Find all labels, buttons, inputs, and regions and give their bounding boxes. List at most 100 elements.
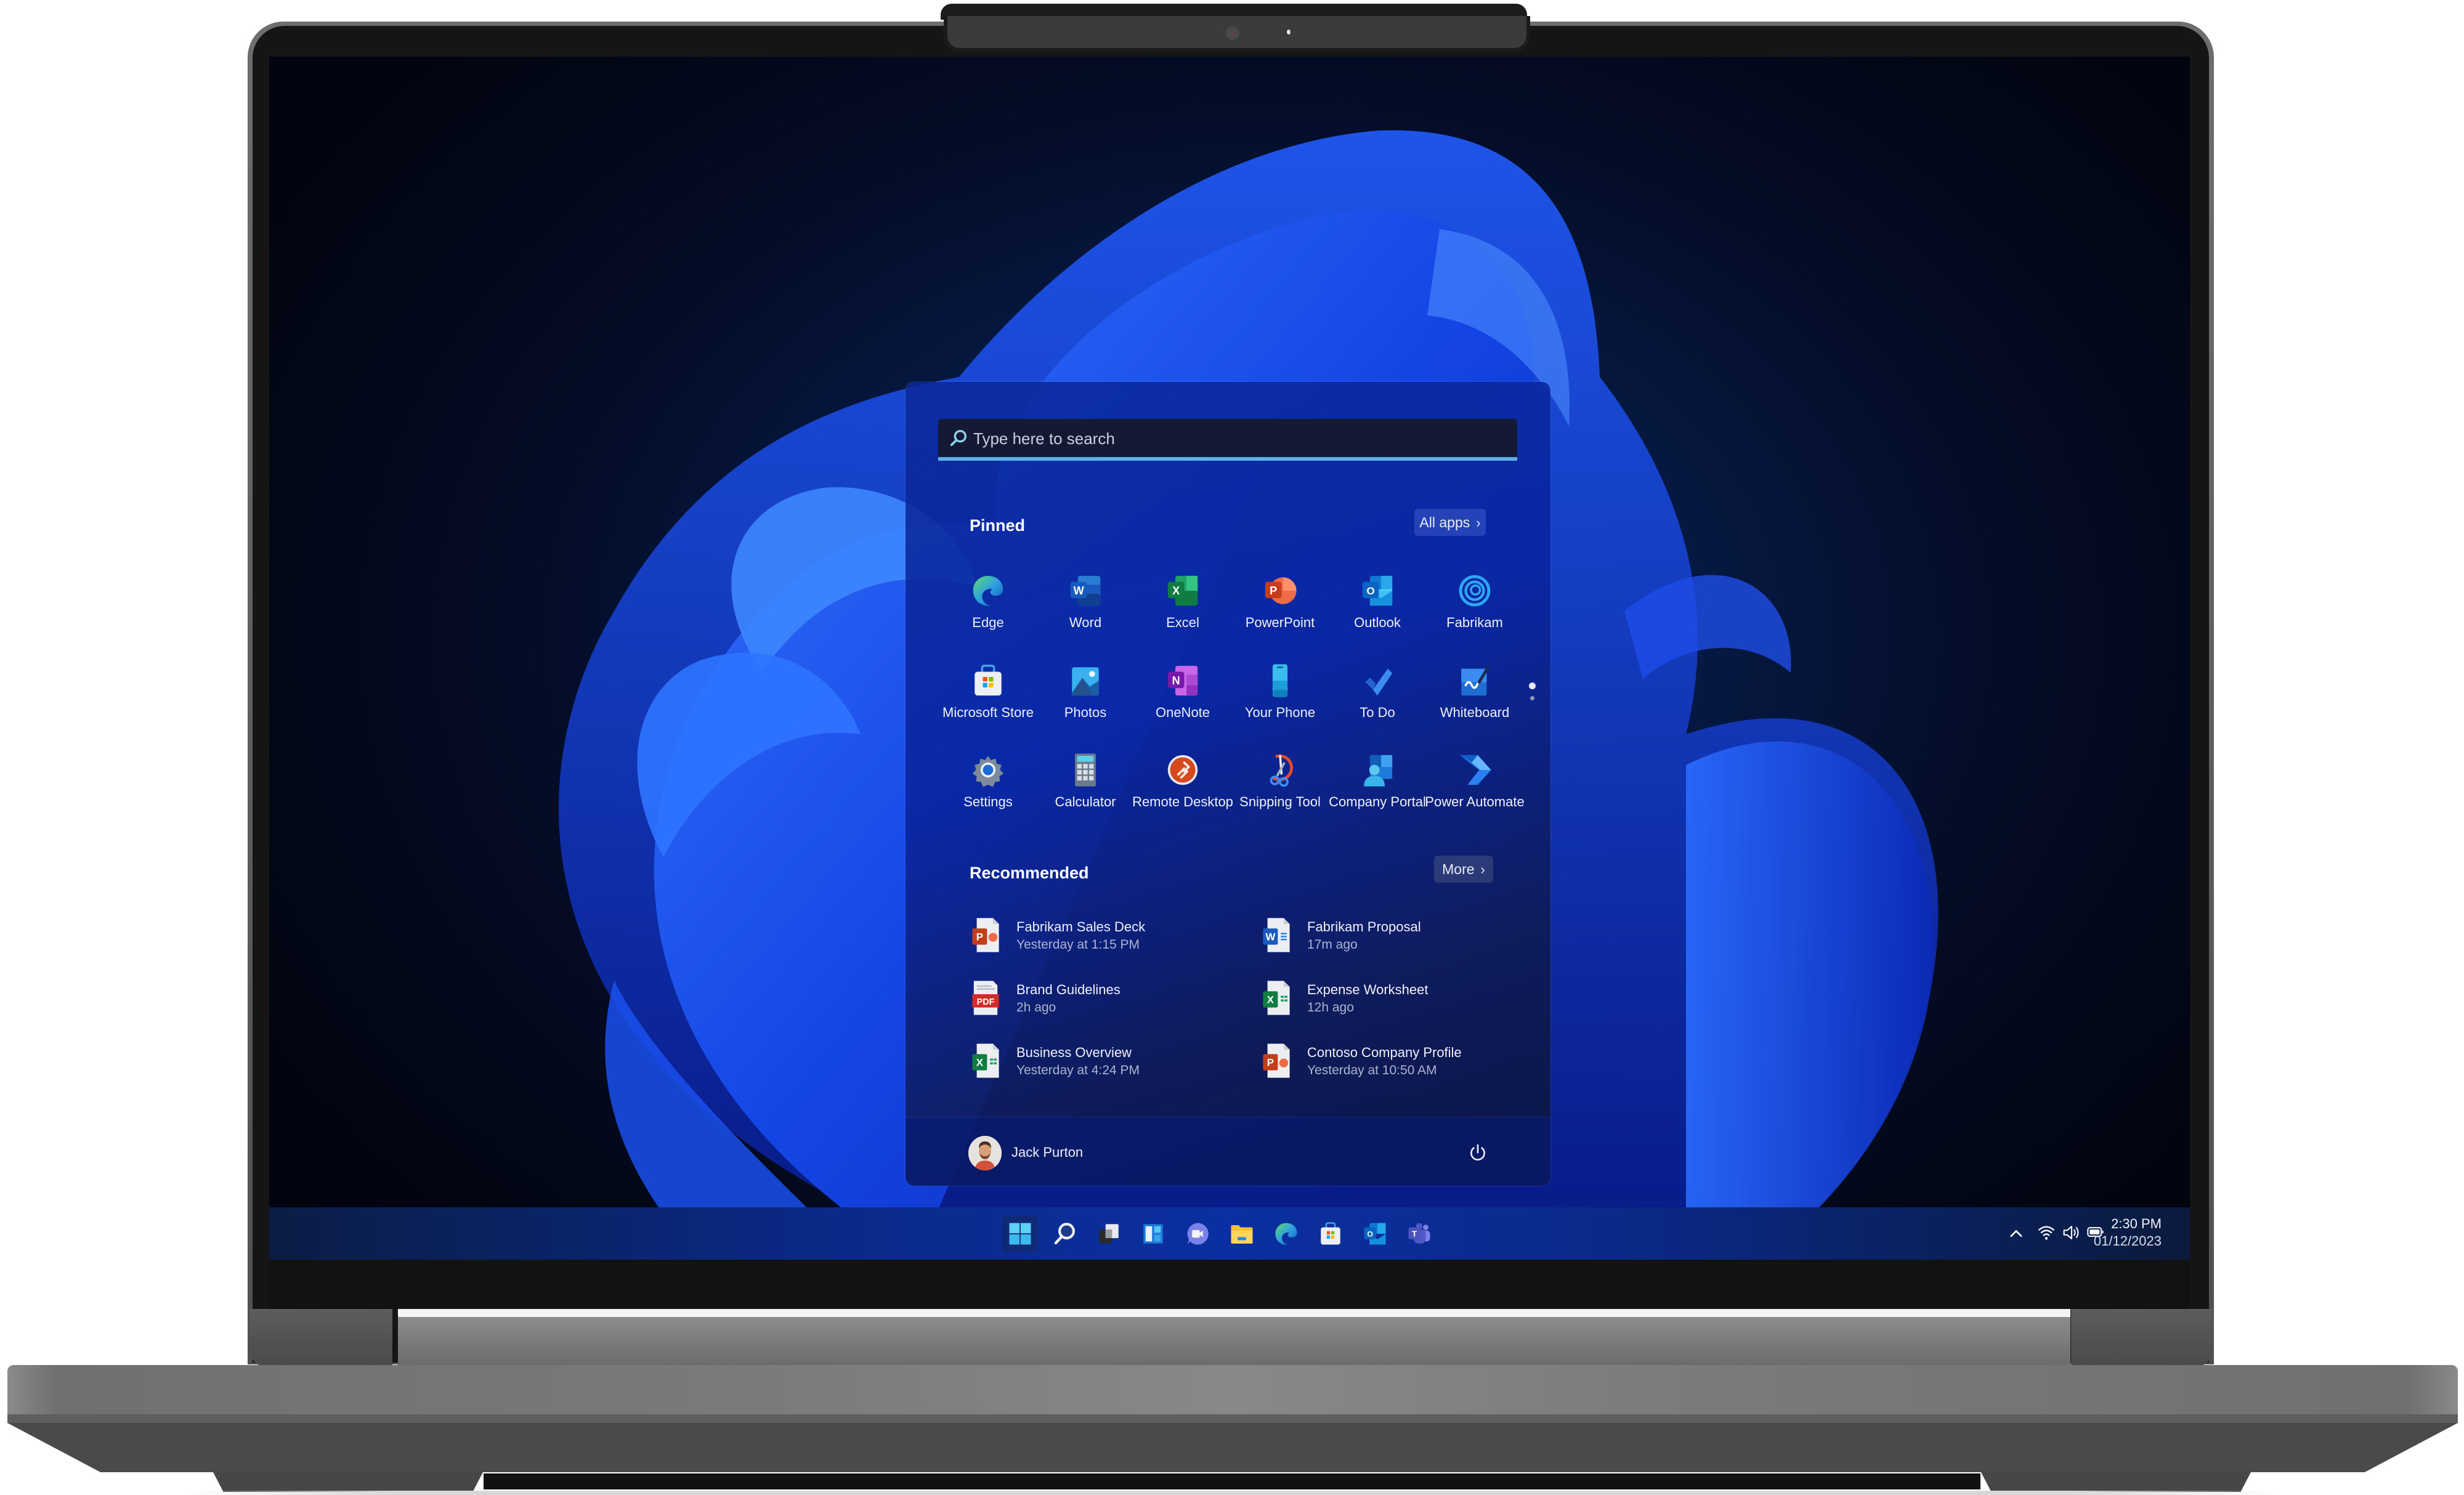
photos-icon	[1072, 667, 1099, 696]
svg-text:P: P	[976, 931, 983, 942]
taskbar-edge-button[interactable]	[1268, 1216, 1304, 1252]
excel-icon: X	[1167, 575, 1198, 606]
recommended-item[interactable]: PDF Brand Guidelines 2h ago	[971, 979, 1242, 1029]
svg-text:O: O	[1367, 585, 1375, 597]
hinge-right	[2071, 1309, 2213, 1367]
settings-icon	[972, 755, 1004, 787]
recommended-item[interactable]: X Expense Worksheet 12h ago	[1262, 979, 1533, 1029]
powerpoint-icon: P	[1265, 577, 1297, 604]
taskbar-start-button[interactable]	[1002, 1216, 1038, 1252]
pinned-app-power-automate[interactable]: Power Automate	[1425, 752, 1525, 832]
svg-text:X: X	[1267, 994, 1275, 1005]
taskbar: O T 2:30 PM 01/12/2023	[269, 1207, 2190, 1260]
teams-icon: T	[1408, 1223, 1430, 1244]
clock-time[interactable]: 2:30 PM	[2099, 1216, 2162, 1232]
svg-text:O: O	[1367, 1230, 1373, 1238]
recommended-item[interactable]: X Business Overview Yesterday at 4:24 PM	[971, 1042, 1242, 1092]
word-icon: W	[1070, 575, 1101, 606]
taskbar-search-button[interactable]	[1047, 1216, 1082, 1252]
hinge-gap	[398, 1309, 2070, 1317]
base-underside	[484, 1473, 1980, 1489]
pinned-app-settings[interactable]: Settings	[939, 752, 1037, 832]
app-label: Whiteboard	[1440, 705, 1510, 720]
pinned-app-calculator[interactable]: Calculator	[1037, 752, 1134, 832]
task-view-icon	[1099, 1224, 1119, 1244]
recommended-item-name: Contoso Company Profile	[1307, 1045, 1462, 1060]
pinned-app-snipping-tool[interactable]: Snipping Tool	[1231, 752, 1329, 832]
remote-desktop-icon	[1167, 755, 1198, 785]
app-label: Fabrikam	[1446, 615, 1503, 630]
start-menu: Type here to search Pinned All apps › Edg…	[906, 382, 1550, 1186]
pinned-app-remote-desktop[interactable]: Remote Desktop	[1132, 752, 1233, 832]
user-name[interactable]: Jack Purton	[1011, 1145, 1083, 1161]
floor-shadow	[185, 1491, 2279, 1495]
chevron-right-icon: ›	[1480, 862, 1485, 877]
page-dot[interactable]	[1530, 696, 1534, 700]
pinned-page-indicator[interactable]	[1528, 683, 1536, 707]
pinned-app-your-phone[interactable]: Your Phone	[1231, 663, 1329, 743]
pinned-app-photos[interactable]: Photos	[1037, 663, 1134, 743]
pinned-app-excel[interactable]: X Excel	[1134, 573, 1231, 653]
power-icon[interactable]	[1468, 1142, 1488, 1163]
pinned-app-outlook[interactable]: O Outlook	[1329, 573, 1426, 653]
volume-icon[interactable]	[2062, 1223, 2081, 1242]
pinned-app-powerpoint[interactable]: P PowerPoint	[1231, 573, 1329, 653]
pinned-app-company-portal[interactable]: Company Portal	[1329, 752, 1426, 832]
more-button[interactable]: More ›	[1434, 856, 1493, 883]
taskbar-store-button[interactable]	[1313, 1216, 1348, 1252]
pinned-app-onenote[interactable]: N OneNote	[1134, 663, 1231, 743]
svg-text:P: P	[1267, 1056, 1274, 1068]
pdf-file-icon: PDF	[972, 981, 999, 1015]
desktop-screen: Type here to search Pinned All apps › Edg…	[269, 57, 2190, 1260]
recommended-item[interactable]: P Contoso Company Profile Yesterday at 1…	[1262, 1042, 1533, 1092]
recommended-item[interactable]: W Fabrikam Proposal 17m ago	[1262, 917, 1533, 966]
taskbar-widgets-button[interactable]	[1135, 1216, 1171, 1252]
pinned-app-fabrikam[interactable]: Fabrikam	[1426, 573, 1523, 653]
recommended-item[interactable]: P Fabrikam Sales Deck Yesterday at 1:15 …	[971, 917, 1242, 966]
taskbar-task-view-button[interactable]	[1091, 1216, 1127, 1252]
chevron-up-icon[interactable]	[2008, 1226, 2025, 1241]
more-label: More	[1442, 861, 1475, 877]
docx-file-icon: W	[1263, 918, 1290, 952]
recommended-item-time: Yesterday at 10:50 AM	[1307, 1063, 1437, 1077]
edge-icon	[1275, 1223, 1297, 1245]
laptop-foot-right	[1980, 1471, 2251, 1492]
taskbar-outlook-button[interactable]: O	[1357, 1216, 1393, 1252]
search-icon	[1054, 1223, 1075, 1245]
wifi-icon[interactable]	[2037, 1223, 2056, 1242]
pinned-heading: Pinned	[970, 516, 1026, 535]
taskbar-file-explorer-button[interactable]	[1224, 1216, 1260, 1252]
xlsx-file-icon: X	[972, 1043, 999, 1078]
hinge-left	[249, 1309, 392, 1367]
user-photo	[968, 1136, 1002, 1170]
pptx-file-icon: P	[1263, 1043, 1290, 1078]
recommended-item-time: 17m ago	[1307, 938, 1358, 952]
recommended-heading: Recommended	[970, 864, 1089, 882]
recommended-item-name: Brand Guidelines	[1016, 982, 1121, 997]
pinned-app-to-do[interactable]: To Do	[1329, 663, 1426, 743]
all-apps-button[interactable]: All apps ›	[1414, 509, 1486, 536]
search-input[interactable]: Type here to search	[938, 419, 1517, 461]
laptop-base-top	[7, 1365, 2458, 1414]
recommended-item-name: Expense Worksheet	[1307, 982, 1429, 997]
taskbar-teams-button[interactable]: T	[1401, 1216, 1437, 1252]
page-dot-active[interactable]	[1529, 683, 1536, 689]
clock-date[interactable]: 01/12/2023	[2080, 1233, 2162, 1249]
edge-icon	[973, 575, 1003, 606]
user-avatar[interactable]	[968, 1136, 1002, 1170]
calculator-icon	[1075, 753, 1096, 787]
pinned-app-edge[interactable]: Edge	[939, 573, 1037, 653]
recommended-item-name: Fabrikam Proposal	[1307, 919, 1421, 934]
pinned-app-word[interactable]: W Word	[1037, 573, 1134, 653]
pinned-app-whiteboard[interactable]: Whiteboard	[1426, 663, 1523, 743]
laptop-foot-left	[213, 1471, 484, 1492]
svg-text:P: P	[1270, 585, 1277, 597]
teams-chat-icon	[1187, 1223, 1209, 1245]
outlook-icon: O	[1364, 1223, 1386, 1245]
pinned-app-microsoft-store[interactable]: Microsoft Store	[939, 663, 1037, 743]
recommended-item-time: 12h ago	[1307, 1000, 1354, 1015]
svg-text:N: N	[1172, 675, 1180, 687]
laptop-base-edge	[7, 1414, 2458, 1423]
taskbar-chat-button[interactable]	[1180, 1216, 1215, 1252]
laptop-base-bottom	[7, 1423, 2458, 1472]
